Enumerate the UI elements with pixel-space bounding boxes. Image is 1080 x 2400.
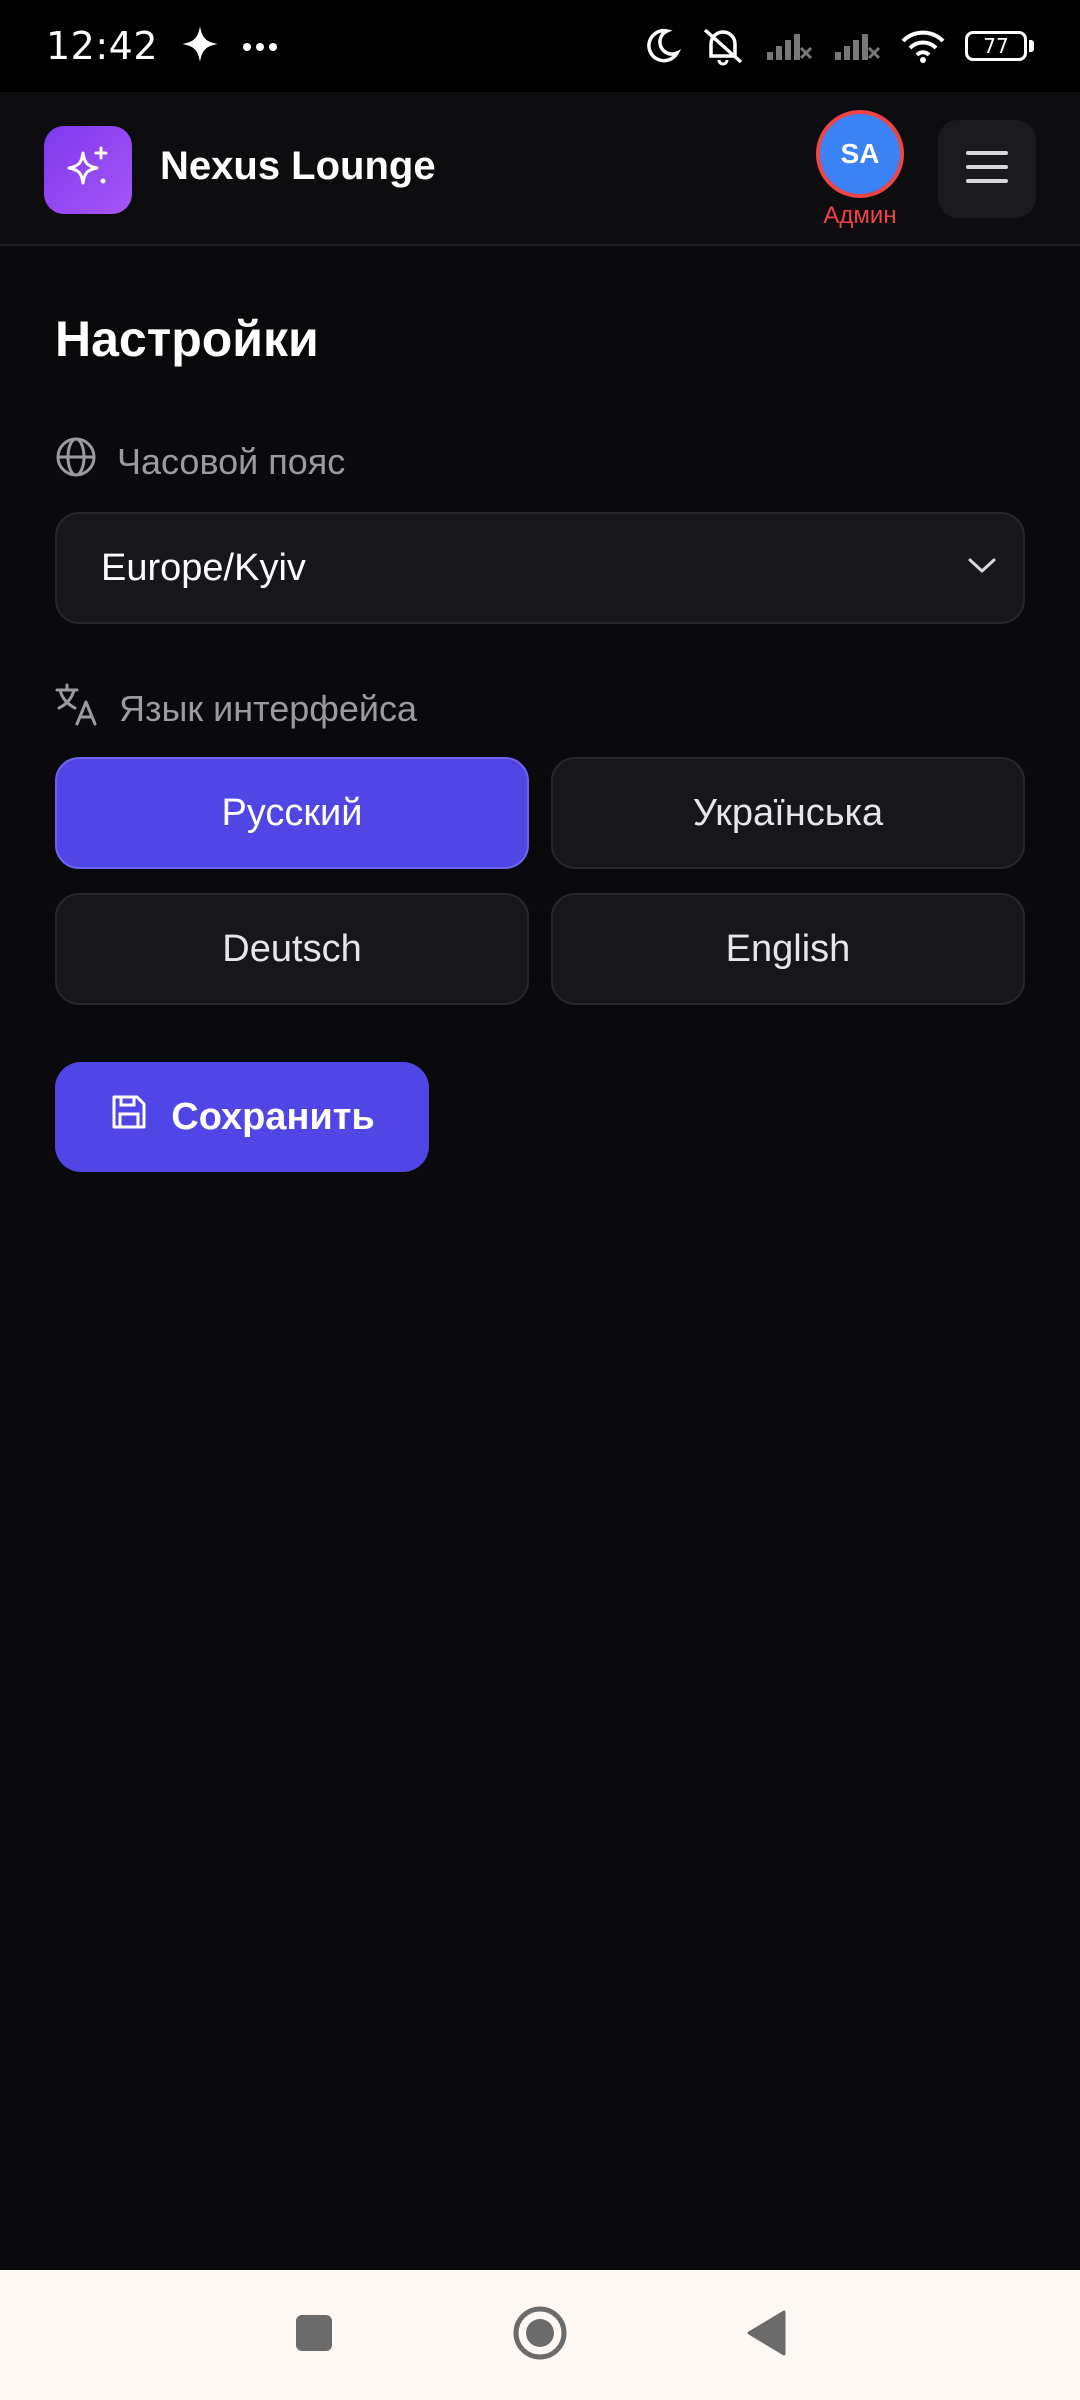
page-title: Настройки bbox=[55, 311, 319, 367]
language-label-text: Язык интерфейса bbox=[119, 687, 418, 729]
signal-icon bbox=[833, 30, 881, 62]
app-logo[interactable] bbox=[44, 126, 132, 214]
hamburger-menu-icon bbox=[964, 149, 1010, 189]
timezone-value: Europe/Kyiv bbox=[101, 546, 306, 589]
avatar[interactable]: SA bbox=[816, 110, 904, 198]
save-button[interactable]: Сохранить bbox=[55, 1062, 429, 1172]
language-label: Язык интерфейса bbox=[55, 682, 417, 735]
screen: 12:42 77 Nexus Lounge SA Админ Настройки… bbox=[0, 0, 1080, 2400]
status-bar: 12:42 77 bbox=[0, 0, 1080, 92]
timezone-label-text: Часовой пояс bbox=[117, 440, 346, 482]
more-dots-icon bbox=[242, 37, 278, 56]
language-option-german[interactable]: Deutsch bbox=[55, 893, 529, 1005]
signal-icon bbox=[765, 30, 813, 62]
status-time: 12:42 bbox=[46, 24, 159, 68]
language-option-ukrainian[interactable]: Українська bbox=[551, 757, 1025, 869]
wifi-icon bbox=[901, 29, 945, 63]
user-role-label: Админ bbox=[823, 202, 897, 229]
sparkle-icon bbox=[180, 24, 220, 68]
app-header: Nexus Lounge SA Админ bbox=[0, 92, 1080, 246]
translate-icon bbox=[55, 682, 99, 735]
app-title: Nexus Lounge bbox=[160, 144, 436, 188]
save-button-label: Сохранить bbox=[171, 1095, 375, 1138]
silent-alarm-icon bbox=[701, 26, 745, 66]
recents-button[interactable] bbox=[279, 2300, 349, 2370]
system-nav-bar bbox=[0, 2270, 1080, 2400]
chevron-down-icon bbox=[967, 557, 997, 579]
user-avatar-area[interactable]: SA Админ bbox=[814, 110, 906, 230]
status-bar-left: 12:42 bbox=[46, 24, 278, 68]
status-bar-right: 77 bbox=[643, 26, 1034, 66]
timezone-select[interactable]: Europe/Kyiv bbox=[55, 512, 1025, 624]
menu-button[interactable] bbox=[938, 120, 1036, 218]
floppy-disk-icon bbox=[109, 1092, 149, 1142]
home-button[interactable] bbox=[505, 2300, 575, 2370]
moon-icon bbox=[643, 27, 681, 65]
globe-icon bbox=[55, 436, 97, 487]
sparkles-icon bbox=[65, 145, 111, 195]
battery-icon: 77 bbox=[965, 31, 1034, 61]
home-circle-icon bbox=[512, 2305, 568, 2365]
recents-square-icon bbox=[294, 2313, 334, 2357]
back-button[interactable] bbox=[731, 2300, 801, 2370]
language-option-english[interactable]: English bbox=[551, 893, 1025, 1005]
language-option-russian[interactable]: Русский bbox=[55, 757, 529, 869]
timezone-label: Часовой пояс bbox=[55, 436, 345, 487]
back-triangle-icon bbox=[746, 2310, 786, 2360]
battery-level: 77 bbox=[965, 31, 1027, 61]
